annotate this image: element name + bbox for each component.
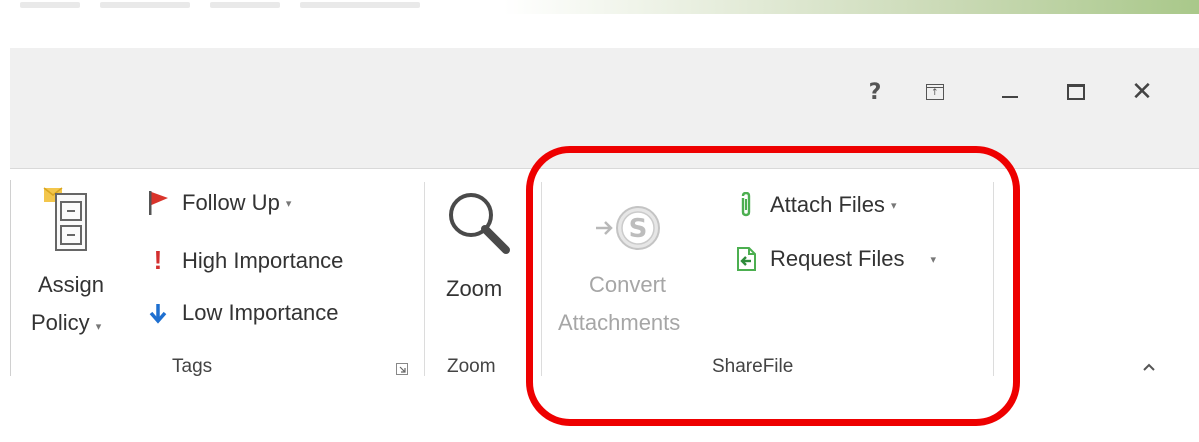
low-importance-button[interactable]: Low Importance [146, 300, 339, 326]
assign-policy-label-text: Policy [31, 310, 90, 335]
help-button[interactable]: ? [855, 72, 895, 112]
maximize-icon [1067, 84, 1085, 100]
ribbon-display-icon: ↑ [926, 84, 944, 100]
minimize-button[interactable] [990, 72, 1030, 112]
tags-group-label: Tags [172, 356, 213, 377]
follow-up-button[interactable]: Follow Up ▾ [146, 190, 291, 216]
down-arrow-icon [146, 302, 170, 324]
assign-policy-label-line2: Policy ▾ [31, 310, 101, 336]
collapse-ribbon-button[interactable] [1136, 356, 1162, 378]
zoom-button[interactable]: Zoom [440, 186, 520, 316]
exclamation-icon: ! [153, 245, 163, 275]
tags-dialog-launcher[interactable] [396, 362, 408, 375]
high-importance-label: High Importance [182, 247, 344, 273]
maximize-button[interactable] [1056, 72, 1096, 112]
assign-policy-icon [43, 187, 87, 251]
chevron-down-icon: ▾ [95, 321, 102, 333]
close-button[interactable]: ✕ [1122, 72, 1162, 112]
zoom-group-label: Zoom [447, 356, 496, 377]
low-importance-label: Low Importance [182, 300, 339, 325]
assign-policy-label-line1: Assign [38, 272, 105, 297]
high-importance-button[interactable]: ! High Importance [146, 245, 344, 276]
minimize-icon [1002, 96, 1018, 98]
highlight-annotation [526, 146, 1020, 426]
magnifier-icon [449, 193, 510, 254]
zoom-button-label: Zoom [446, 276, 503, 301]
follow-up-label: Follow Up [182, 190, 280, 215]
ribbon-display-options-button[interactable]: ↑ [915, 72, 955, 112]
chevron-up-icon [1143, 363, 1155, 371]
group-separator [424, 182, 425, 376]
chevron-down-icon: ▾ [285, 197, 292, 210]
background-strip [0, 0, 1199, 14]
assign-policy-button[interactable]: Assign Policy ▾ [30, 186, 130, 346]
flag-icon [146, 190, 170, 216]
dialog-launcher-icon [396, 363, 408, 375]
ribbon-edge [10, 180, 11, 376]
